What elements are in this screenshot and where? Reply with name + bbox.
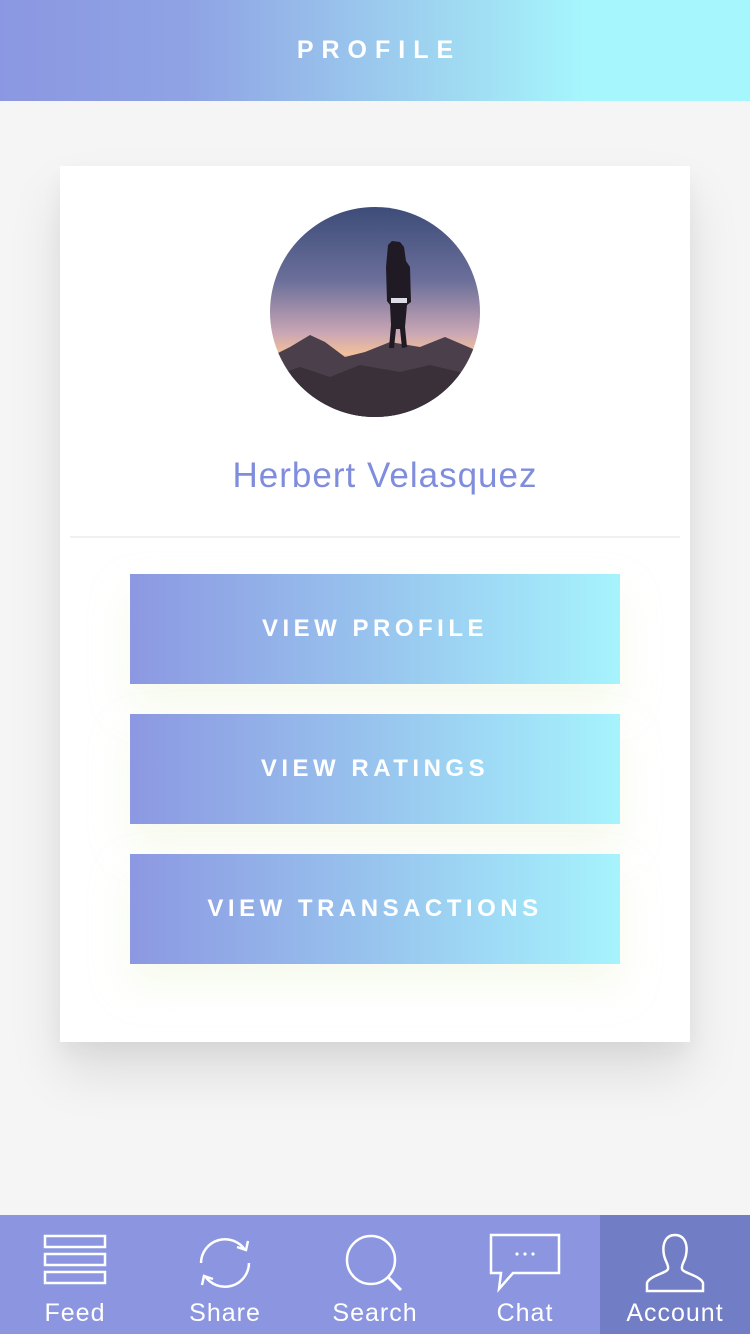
top-bar: PROFILE [0,0,750,101]
profile-card: Herbert Velasquez VIEW PROFILE VIEW RATI… [60,166,690,1042]
tab-bar: Feed Share Search Chat Account [0,1215,750,1334]
tab-label-search: Search [332,1299,418,1327]
tab-label-chat: Chat [496,1299,554,1327]
view-transactions-button[interactable]: VIEW TRANSACTIONS [130,854,620,964]
share-icon [193,1233,257,1298]
tab-feed[interactable]: Feed [0,1215,150,1334]
tab-account[interactable]: Account [600,1215,750,1334]
chat-icon [489,1233,561,1298]
tab-share[interactable]: Share [150,1215,300,1334]
avatar[interactable] [270,207,480,417]
account-icon [643,1233,707,1298]
tab-search[interactable]: Search [300,1215,450,1334]
tab-label-share: Share [189,1299,261,1327]
avatar-photo [270,207,480,417]
view-ratings-button[interactable]: VIEW RATINGS [130,714,620,824]
tab-label-account: Account [626,1299,724,1327]
divider [70,536,680,538]
search-icon [343,1233,407,1298]
user-name: Herbert Velasquez [232,456,538,495]
feed-icon [43,1233,107,1294]
tab-chat[interactable]: Chat [450,1215,600,1334]
tab-label-feed: Feed [44,1299,106,1327]
page-title: PROFILE [296,36,462,64]
view-profile-button[interactable]: VIEW PROFILE [130,574,620,684]
